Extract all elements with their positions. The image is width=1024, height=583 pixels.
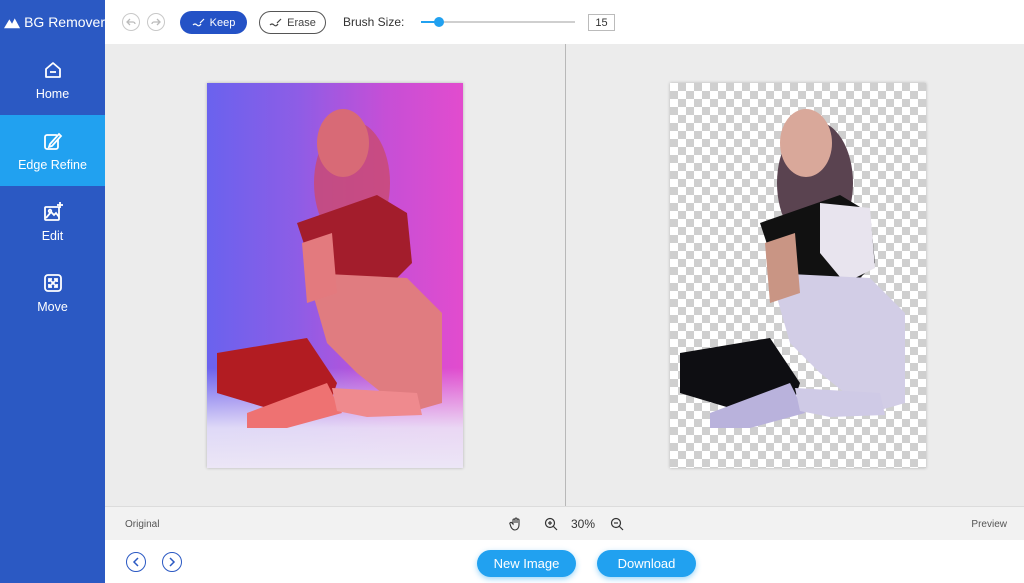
toolbar: Keep Erase Brush Size: 15 [105,0,1024,44]
erase-label: Erase [287,16,316,29]
next-button[interactable] [162,552,182,572]
zoom-level: 30% [571,517,596,531]
app-brand: BG Remover [0,0,105,44]
status-bar: Original 30% Preview [105,506,1024,540]
sidebar-item-label: Edit [41,228,64,243]
chevron-left-icon [132,557,139,567]
cutout-subject-preview [680,109,905,428]
app-title: BG Remover [24,14,105,30]
sidebar-item-home[interactable]: Home [0,44,105,115]
original-image[interactable] [207,83,463,468]
erase-button[interactable]: Erase [259,11,326,34]
hand-pan-icon[interactable] [509,517,523,531]
home-icon [44,61,61,78]
chevron-right-icon [169,557,176,567]
move-icon [43,273,62,292]
canvas-workspace [105,44,1024,506]
undo-button[interactable] [122,13,140,31]
edge-refine-icon [43,132,62,150]
brush-size-slider[interactable] [421,17,575,27]
footer: New Image Download [105,540,1024,583]
brush-size-slider-thumb[interactable] [434,17,445,27]
sidebar-item-label: Home [35,86,70,101]
edit-image-icon [43,201,63,221]
split-divider [565,44,566,506]
brush-size-label: Brush Size: [343,15,405,29]
brush-size-input[interactable]: 15 [588,14,615,31]
redo-icon [151,18,161,26]
zoom-in-icon[interactable] [544,517,558,531]
original-label: Original [125,519,160,530]
zoom-out-icon[interactable] [610,517,624,531]
previous-button[interactable] [126,552,146,572]
erase-brush-icon [269,18,282,26]
sidebar-item-move[interactable]: Move [0,257,105,328]
new-image-button[interactable]: New Image [477,550,576,577]
keep-brush-icon [192,18,205,26]
preview-image [670,83,926,468]
original-subject-with-keep-mask [217,109,442,428]
undo-icon [126,18,136,26]
mountain-logo-icon [4,18,21,29]
sidebar-item-label: Move [37,299,68,314]
sidebar: BG Remover Home Edge Refine Edit Move [0,0,105,583]
keep-label: Keep [209,16,236,29]
redo-button[interactable] [147,13,165,31]
sidebar-item-edge-refine[interactable]: Edge Refine [0,115,105,186]
sidebar-item-label: Edge Refine [18,157,87,172]
preview-label: Preview [971,519,1007,530]
keep-button[interactable]: Keep [180,11,247,34]
download-button[interactable]: Download [597,550,696,577]
sidebar-item-edit[interactable]: Edit [0,186,105,257]
